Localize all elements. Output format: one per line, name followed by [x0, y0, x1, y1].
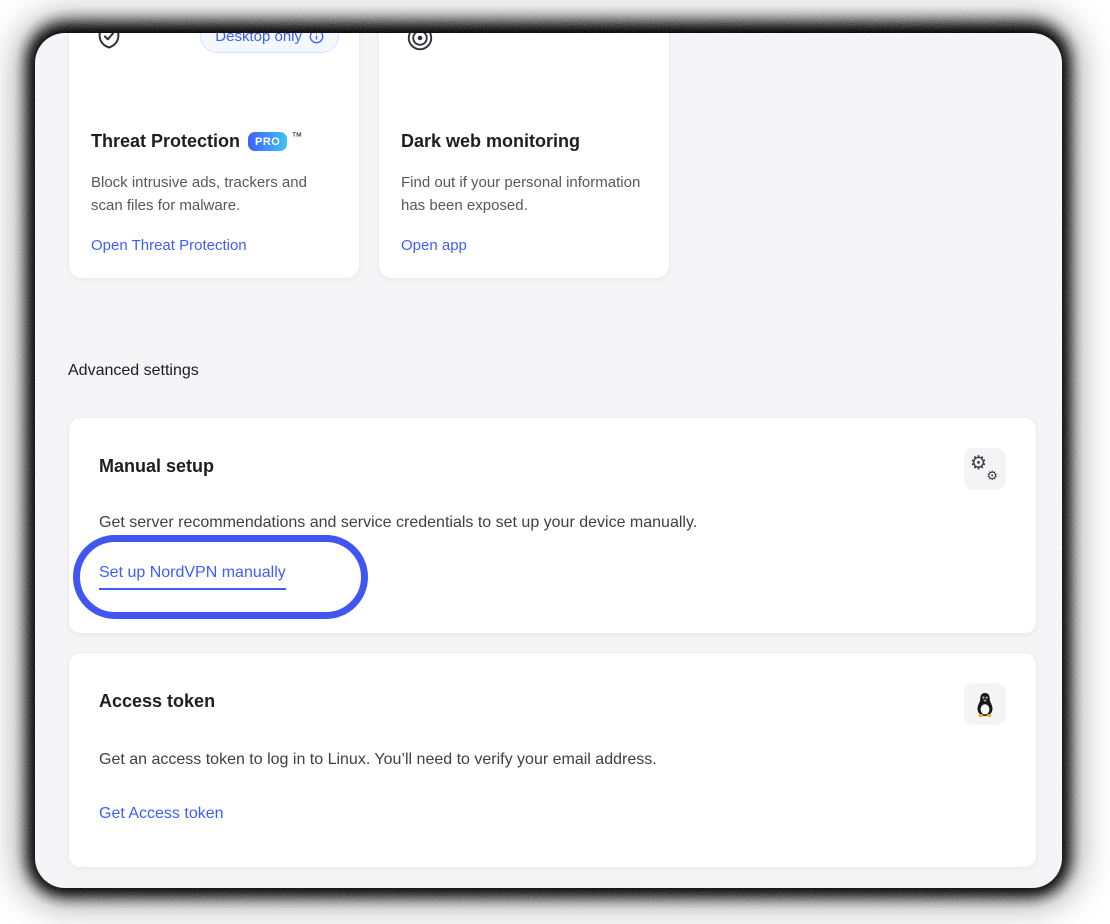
shield-check-icon — [95, 33, 123, 56]
settings-page: Desktop only Threat Protection PRO ™ Blo… — [35, 33, 1062, 888]
manual-setup-description: Get server recommendations and service c… — [99, 511, 956, 535]
access-token-icon-chip — [964, 683, 1006, 725]
concentric-circles-icon — [405, 33, 435, 58]
access-token-description: Get an access token to log in to Linux. … — [99, 748, 956, 772]
desktop-only-badge[interactable]: Desktop only — [200, 33, 339, 53]
manual-setup-title: Manual setup — [99, 456, 214, 477]
manual-setup-card: Manual setup ⚙ ⚙ Get server recommendati… — [68, 417, 1037, 634]
info-icon[interactable] — [309, 33, 324, 44]
access-token-title: Access token — [99, 691, 215, 712]
threat-protection-title: Threat Protection PRO ™ — [91, 131, 302, 152]
open-app-link[interactable]: Open app — [401, 237, 467, 254]
access-token-card: Access token Get an access token to log … — [68, 652, 1037, 868]
title-text: Dark web monitoring — [401, 131, 580, 152]
open-threat-protection-link[interactable]: Open Threat Protection — [91, 237, 247, 254]
set-up-nordvpn-manually-link[interactable]: Set up NordVPN manually — [99, 564, 286, 590]
trademark-symbol: ™ — [291, 131, 302, 143]
dark-web-monitoring-description: Find out if your personal information ha… — [401, 171, 643, 217]
advanced-settings-heading: Advanced settings — [68, 362, 199, 380]
get-access-token-link[interactable]: Get Access token — [99, 805, 224, 823]
pro-badge: PRO — [248, 132, 287, 151]
threat-protection-description: Block intrusive ads, trackers and scan f… — [91, 171, 333, 217]
title-text: Threat Protection — [91, 131, 240, 152]
desktop-only-label: Desktop only — [215, 33, 302, 45]
gears-icon: ⚙ ⚙ — [970, 454, 1000, 484]
threat-protection-card: Desktop only Threat Protection PRO ™ Blo… — [68, 33, 360, 279]
dark-web-monitoring-card: Dark web monitoring Find out if your per… — [378, 33, 670, 279]
manual-setup-icon-chip: ⚙ ⚙ — [964, 448, 1006, 490]
dark-web-monitoring-title: Dark web monitoring — [401, 131, 580, 152]
linux-penguin-icon — [974, 691, 996, 718]
